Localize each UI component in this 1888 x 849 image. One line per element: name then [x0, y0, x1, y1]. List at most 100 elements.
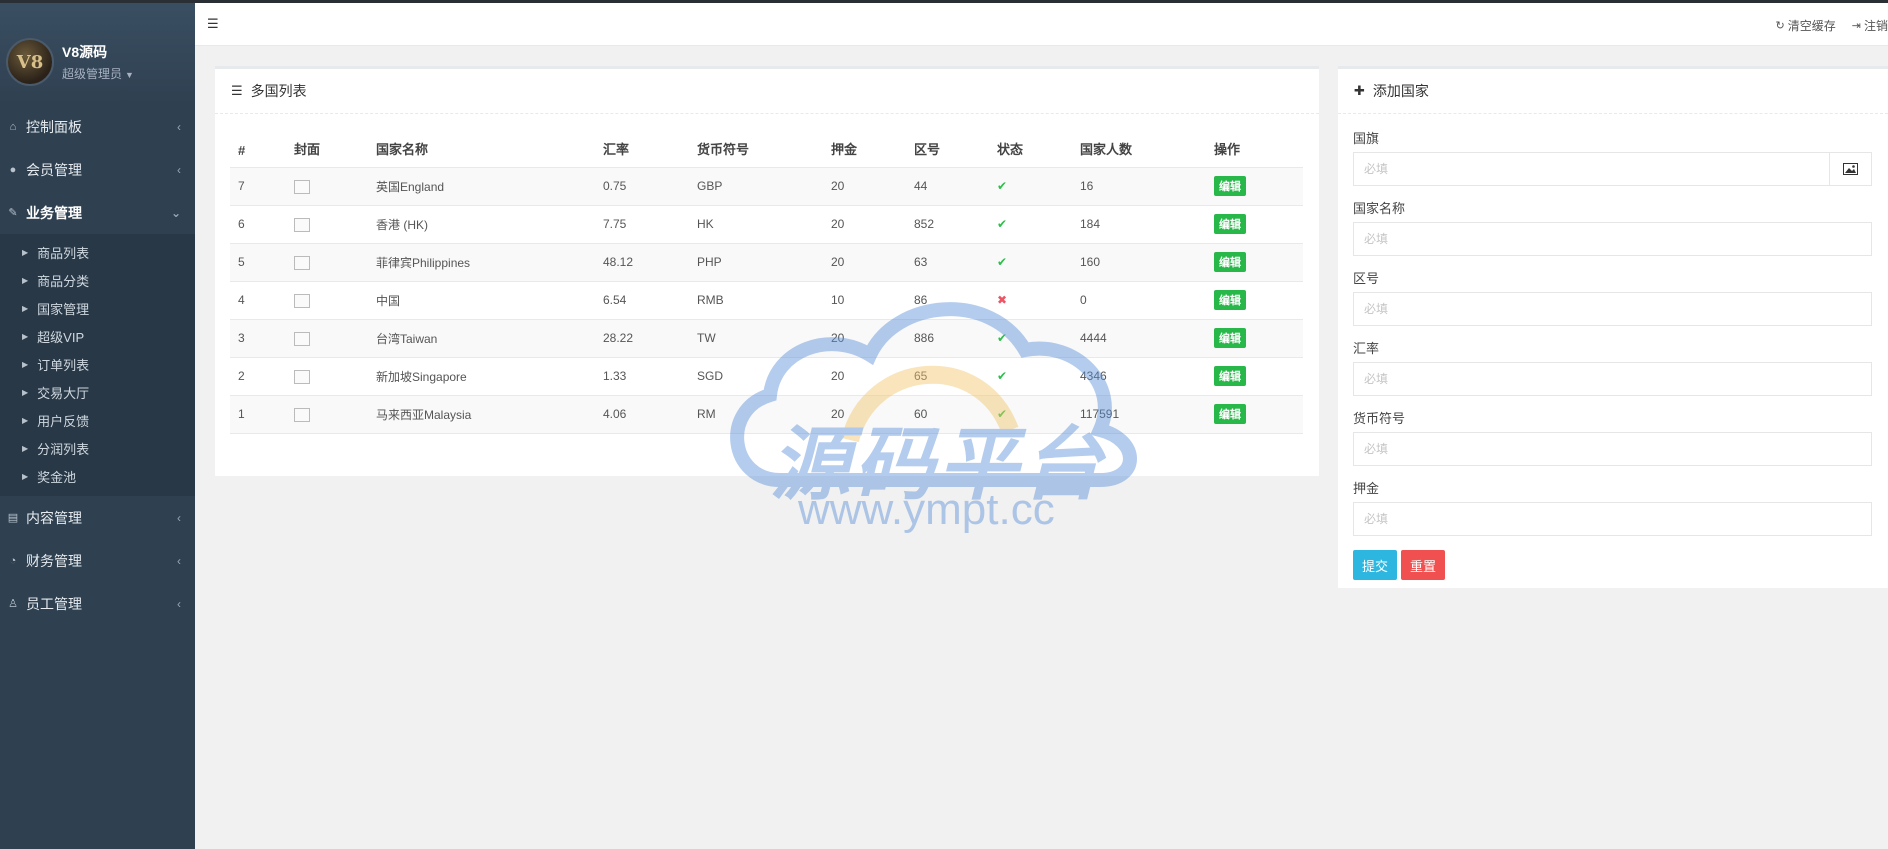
area-code-label: 区号	[1353, 271, 1380, 286]
exchange-rate-input[interactable]	[1353, 362, 1872, 396]
cell-status: ✔	[989, 395, 1072, 434]
sidebar-item-members[interactable]: ● 会员管理 ‹	[0, 148, 195, 191]
chevron-left-icon: ‹	[177, 119, 181, 134]
sidebar-item-business[interactable]: ✎ 业务管理 ⌄	[0, 191, 195, 234]
broken-image-icon	[294, 179, 310, 194]
country-name-input[interactable]	[1353, 222, 1872, 256]
table-row: 3 台湾Taiwan 28.22 TW 20 886 ✔ 4444 编辑	[230, 319, 1303, 358]
cell-people: 117591	[1072, 395, 1206, 434]
sitemap-icon: ♙	[8, 598, 18, 610]
cell-cover	[286, 281, 368, 320]
sidebar-profile: V8 V8源码 超级管理员 ▼	[0, 0, 195, 105]
edit-button[interactable]: 编辑	[1214, 252, 1246, 272]
deposit-input[interactable]	[1353, 502, 1872, 536]
cell-rate: 7.75	[595, 205, 689, 244]
edit-button[interactable]: 编辑	[1214, 328, 1246, 348]
cell-action: 编辑	[1206, 281, 1303, 320]
cell-deposit: 20	[823, 243, 906, 282]
cell-action: 编辑	[1206, 243, 1303, 282]
table-row: 1 马来西亚Malaysia 4.06 RM 20 60 ✔ 117591 编辑	[230, 395, 1303, 434]
currency-symbol-label: 货币符号	[1353, 411, 1406, 426]
clear-cache-label: 清空缓存	[1787, 19, 1836, 33]
currency-symbol-input[interactable]	[1353, 432, 1872, 466]
caret-right-icon: ▶	[22, 275, 29, 285]
cell-cover	[286, 357, 368, 396]
submenu-item-order-list[interactable]: ▶ 订单列表	[0, 350, 195, 378]
cell-symbol: TW	[689, 319, 823, 358]
caret-right-icon: ▶	[22, 359, 29, 369]
flag-input[interactable]	[1353, 152, 1830, 186]
cell-rate: 0.75	[595, 167, 689, 206]
submenu-label: 订单列表	[37, 357, 90, 373]
image-upload-button[interactable]	[1830, 152, 1872, 186]
cell-id: 2	[230, 357, 286, 396]
caret-right-icon: ▶	[22, 331, 29, 341]
flag-label: 国旗	[1353, 131, 1380, 146]
submit-button[interactable]: 提交	[1353, 550, 1398, 580]
logout-link[interactable]: ⇥ 注销	[1852, 17, 1888, 34]
area-code-input[interactable]	[1353, 292, 1872, 326]
submenu-item-product-category[interactable]: ▶ 商品分类	[0, 266, 195, 294]
broken-image-icon	[294, 331, 310, 346]
caret-right-icon: ▶	[22, 303, 29, 313]
broken-image-icon	[294, 407, 310, 422]
submenu-item-super-vip[interactable]: ▶ 超级VIP	[0, 322, 195, 350]
submenu-item-country-management[interactable]: ▶ 国家管理	[0, 294, 195, 322]
submenu-item-trading-hall[interactable]: ▶ 交易大厅	[0, 378, 195, 406]
cell-people: 160	[1072, 243, 1206, 282]
reset-button[interactable]: 重置	[1401, 550, 1446, 580]
table-row: 2 新加坡Singapore 1.33 SGD 20 65 ✔ 4346 编辑	[230, 357, 1303, 396]
cell-status: ✖	[989, 281, 1072, 320]
cell-name: 台湾Taiwan	[368, 319, 595, 358]
cell-action: 编辑	[1206, 395, 1303, 434]
table-row: 6 香港 (HK) 7.75 HK 20 852 ✔ 184 编辑	[230, 205, 1303, 244]
business-submenu: ▶ 商品列表 ▶ 商品分类 ▶ 国家管理 ▶ 超级VIP ▶ 订单列表 ▶ 交易大厅 ▶ 用户…	[0, 234, 195, 496]
sidebar-item-finance[interactable]: ◔ 财务管理 ‹	[0, 539, 195, 582]
broken-image-icon	[294, 369, 310, 384]
sidebar-item-label: 控制面板	[26, 118, 82, 135]
sidebar-item-label: 员工管理	[26, 595, 82, 612]
sign-out-icon: ⇥	[1851, 20, 1861, 32]
home-icon: ⌂	[9, 120, 17, 133]
pie-chart-icon: ◔	[9, 554, 17, 567]
edit-button[interactable]: 编辑	[1214, 404, 1246, 424]
cell-people: 4444	[1072, 319, 1206, 358]
broken-image-icon	[294, 293, 310, 308]
col-header: 状态	[989, 129, 1072, 168]
cell-status: ✔	[989, 357, 1072, 396]
sidebar-item-dashboard[interactable]: ⌂ 控制面板 ‹	[0, 105, 195, 148]
submenu-label: 超级VIP	[37, 329, 85, 345]
cell-cover	[286, 205, 368, 244]
menu-toggle-icon[interactable]: ☰	[207, 16, 219, 32]
cell-deposit: 20	[823, 395, 906, 434]
edit-button[interactable]: 编辑	[1214, 290, 1246, 310]
cell-action: 编辑	[1206, 167, 1303, 206]
edit-button[interactable]: 编辑	[1214, 176, 1246, 196]
edit-button[interactable]: 编辑	[1214, 214, 1246, 234]
logout-label: 注销	[1863, 19, 1888, 33]
cell-id: 5	[230, 243, 286, 282]
sidebar-item-staff[interactable]: ♙ 员工管理 ‹	[0, 582, 195, 625]
chevron-left-icon: ‹	[177, 596, 181, 611]
cell-symbol: GBP	[689, 167, 823, 206]
clear-cache-link[interactable]: ↻ 清空缓存	[1776, 17, 1836, 34]
edit-button[interactable]: 编辑	[1214, 366, 1246, 386]
sidebar-item-label: 会员管理	[26, 161, 82, 178]
check-icon: ✔	[997, 255, 1008, 269]
cell-status: ✔	[989, 205, 1072, 244]
sidebar-item-label: 业务管理	[26, 204, 82, 221]
caret-right-icon: ▶	[22, 247, 29, 257]
avatar[interactable]: V8	[6, 38, 54, 86]
sidebar-item-content[interactable]: ▤ 内容管理 ‹	[0, 496, 195, 539]
submenu-item-product-list[interactable]: ▶ 商品列表	[0, 238, 195, 266]
chevron-left-icon: ‹	[177, 162, 181, 177]
check-icon: ✔	[997, 407, 1008, 421]
submenu-item-bonus-pool[interactable]: ▶ 奖金池	[0, 462, 195, 490]
cell-symbol: HK	[689, 205, 823, 244]
submenu-item-user-feedback[interactable]: ▶ 用户反馈	[0, 406, 195, 434]
profile-role-dropdown[interactable]: 超级管理员 ▼	[62, 65, 134, 82]
submenu-item-profit-list[interactable]: ▶ 分润列表	[0, 434, 195, 462]
submenu-label: 交易大厅	[37, 385, 90, 401]
caret-down-icon: ▼	[125, 70, 134, 80]
image-icon	[1843, 163, 1858, 175]
